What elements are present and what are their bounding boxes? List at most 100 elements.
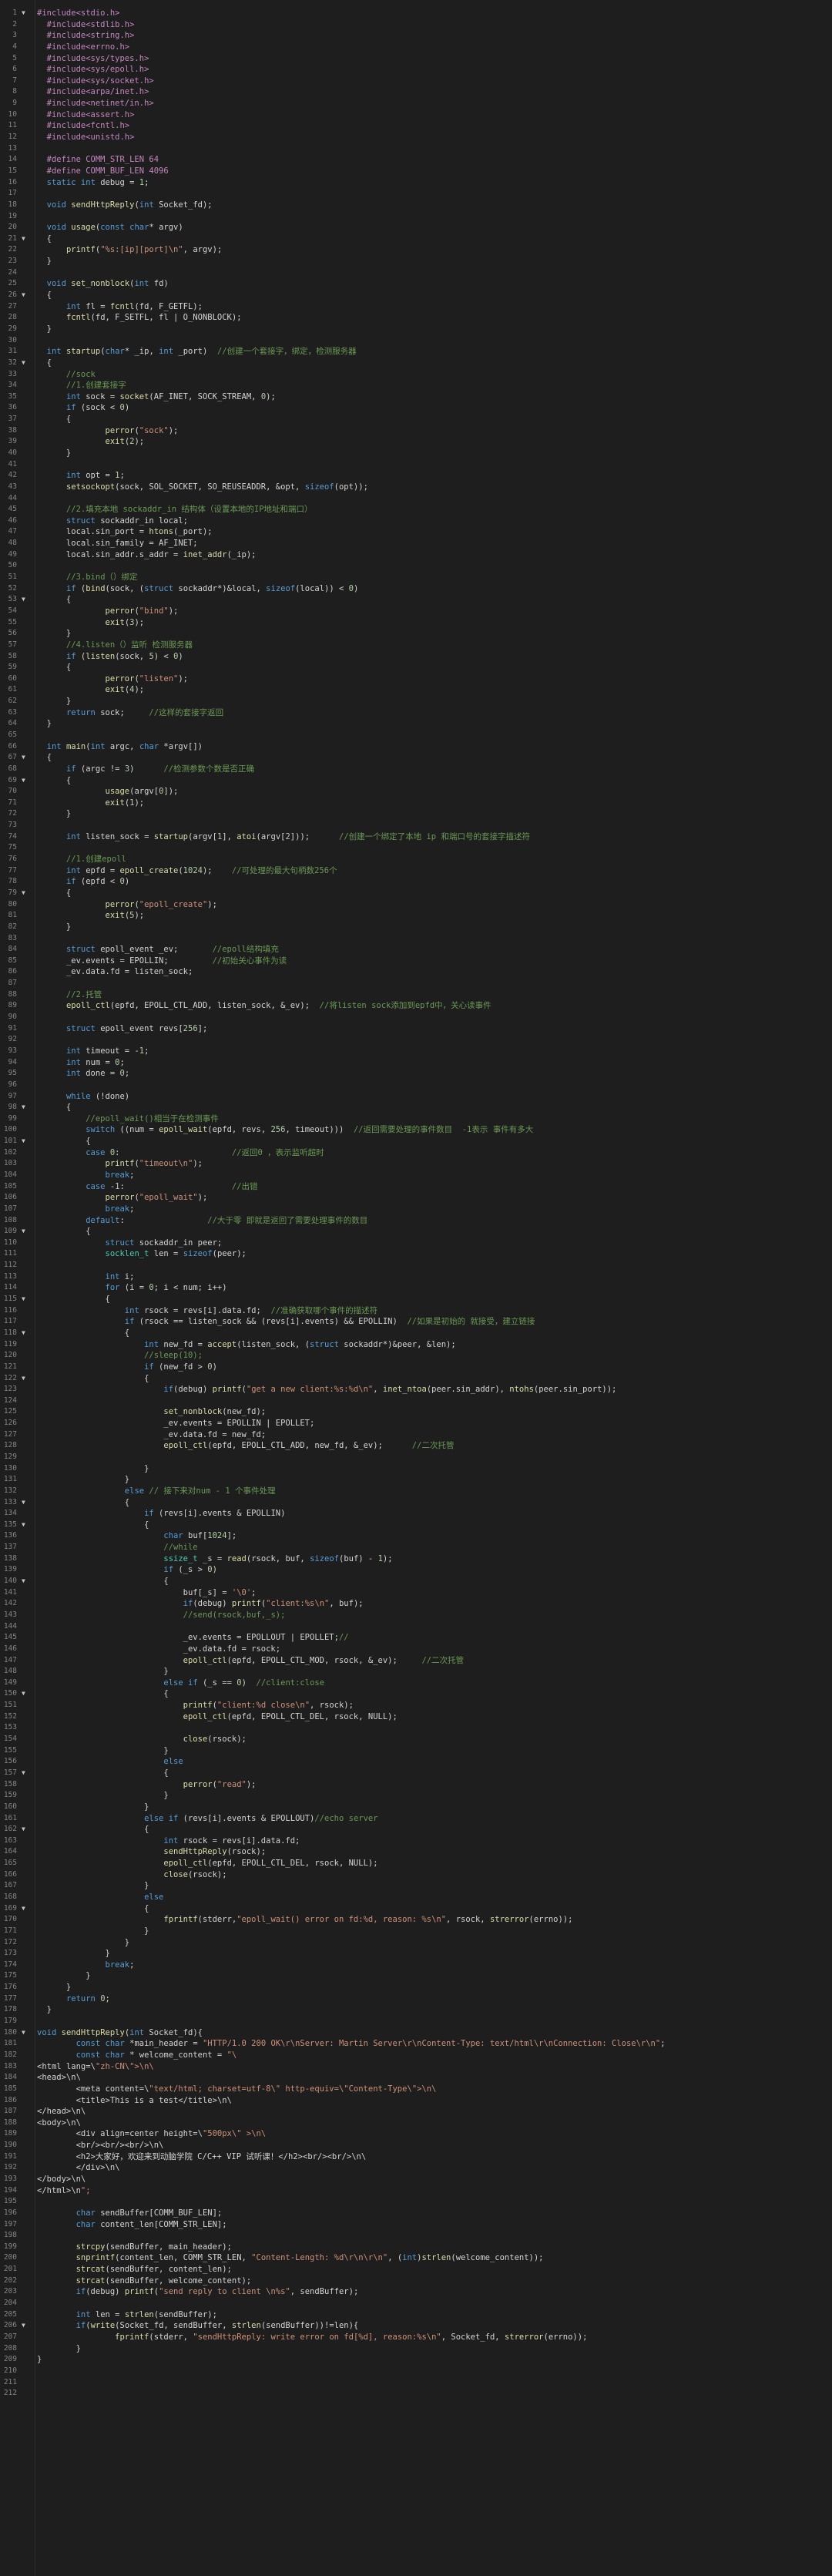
code-line[interactable]: 23 } bbox=[0, 256, 832, 267]
code-line[interactable]: 64 } bbox=[0, 718, 832, 730]
code-line[interactable]: 29 } bbox=[0, 324, 832, 335]
code-line[interactable]: 161 else if (revs[i].events & EPOLLOUT)/… bbox=[0, 1813, 832, 1825]
code-line[interactable]: 47 local.sin_port = htons(_port); bbox=[0, 526, 832, 538]
code-line[interactable]: 38 perror("sock"); bbox=[0, 425, 832, 437]
code-line[interactable]: 201 strcat(sendBuffer, content_len); bbox=[0, 2264, 832, 2275]
code-line[interactable]: 56 } bbox=[0, 628, 832, 640]
code-line[interactable]: 54 perror("bind"); bbox=[0, 606, 832, 617]
code-line[interactable]: 21 ▼ { bbox=[0, 233, 832, 245]
code-line[interactable]: 206 ▼ if(write(Socket_fd, sendBuffer, str… bbox=[0, 2320, 832, 2332]
code-line[interactable]: 192 </div>\n\ bbox=[0, 2162, 832, 2174]
code-line[interactable]: 108 default: //大于零 即就是返回了需要处理事件的数目 bbox=[0, 1215, 832, 1227]
code-line[interactable]: 97 while (!done) bbox=[0, 1091, 832, 1103]
code-line[interactable]: 105 case -1: //出错 bbox=[0, 1181, 832, 1193]
code-line[interactable]: 116 int rsock = revs[i].data.fd; //准确获取哪… bbox=[0, 1305, 832, 1317]
code-line[interactable]: 141 buf[_s] = '\0'; bbox=[0, 1587, 832, 1599]
code-line[interactable]: 124 bbox=[0, 1395, 832, 1407]
fold-toggle-icon[interactable]: ▼ bbox=[22, 1903, 31, 1915]
code-line[interactable]: 98 ▼ { bbox=[0, 1102, 832, 1113]
code-line[interactable]: 186 <title>This is a test</title>\n\ bbox=[0, 2095, 832, 2107]
code-line[interactable]: 30 bbox=[0, 335, 832, 347]
code-line[interactable]: 140 ▼ { bbox=[0, 1576, 832, 1587]
code-line[interactable]: 48 local.sin_family = AF_INET; bbox=[0, 538, 832, 549]
code-line[interactable]: 81 exit(5); bbox=[0, 910, 832, 922]
fold-toggle-icon[interactable]: ▼ bbox=[22, 1576, 31, 1587]
code-line[interactable]: 42 int opt = 1; bbox=[0, 470, 832, 482]
code-line[interactable]: 77 int epfd = epoll_create(1024); //可处理的… bbox=[0, 865, 832, 877]
code-line[interactable]: 148 } bbox=[0, 1666, 832, 1678]
code-line[interactable]: 26 ▼ { bbox=[0, 290, 832, 301]
code-line[interactable]: 126 _ev.events = EPOLLIN | EPOLLET; bbox=[0, 1418, 832, 1429]
code-line[interactable]: 149 else if (_s == 0) //client:close bbox=[0, 1678, 832, 1689]
code-line[interactable]: 109 ▼ { bbox=[0, 1226, 832, 1238]
code-line[interactable]: 189 <div align=center height=\"500px\" >… bbox=[0, 2128, 832, 2140]
code-line[interactable]: 73 bbox=[0, 820, 832, 831]
code-line[interactable]: 50 bbox=[0, 560, 832, 572]
code-line[interactable]: 112 bbox=[0, 1260, 832, 1271]
code-line[interactable]: 12 #include<unistd.h> bbox=[0, 132, 832, 143]
code-line[interactable]: 146 _ev.data.fd = rsock; bbox=[0, 1644, 832, 1655]
code-line[interactable]: 139 if (_s > 0) bbox=[0, 1564, 832, 1576]
fold-toggle-icon[interactable]: ▼ bbox=[22, 888, 31, 899]
code-line[interactable]: 87 bbox=[0, 978, 832, 989]
code-line[interactable]: 123 if(debug) printf("get a new client:%… bbox=[0, 1384, 832, 1395]
code-line[interactable]: 11 #include<fcntl.h> bbox=[0, 120, 832, 132]
code-line[interactable]: 203 if(debug) printf("send reply to clie… bbox=[0, 2286, 832, 2298]
code-line[interactable]: 71 exit(1); bbox=[0, 798, 832, 809]
fold-toggle-icon[interactable]: ▼ bbox=[22, 2027, 31, 2039]
code-line[interactable]: 46 struct sockaddr_in local; bbox=[0, 516, 832, 527]
fold-toggle-icon[interactable]: ▼ bbox=[22, 1688, 31, 1700]
code-line[interactable]: 170 fprintf(stderr,"epoll_wait() error o… bbox=[0, 1914, 832, 1926]
code-line[interactable]: 208 } bbox=[0, 2343, 832, 2355]
fold-toggle-icon[interactable]: ▼ bbox=[22, 290, 31, 301]
code-line[interactable]: 75 bbox=[0, 842, 832, 854]
code-line[interactable]: 25 void set_nonblock(int fd) bbox=[0, 278, 832, 290]
code-line[interactable]: 169 ▼ { bbox=[0, 1903, 832, 1915]
code-line[interactable]: 175 } bbox=[0, 1970, 832, 1982]
code-line[interactable]: 164 sendHttpReply(rsock); bbox=[0, 1846, 832, 1858]
code-line[interactable]: 191 <h2>大家好，欢迎来到动脑学院 C/C++ VIP 试听课！</h2>… bbox=[0, 2151, 832, 2163]
code-line[interactable]: 122 ▼ { bbox=[0, 1373, 832, 1385]
code-line[interactable]: 127 _ev.data.fd = new_fd; bbox=[0, 1429, 832, 1441]
code-line[interactable]: 5 #include<sys/types.h> bbox=[0, 53, 832, 65]
code-line[interactable]: 94 int num = 0; bbox=[0, 1057, 832, 1069]
code-line[interactable]: 86 _ev.data.fd = listen_sock; bbox=[0, 966, 832, 978]
fold-toggle-icon[interactable]: ▼ bbox=[22, 594, 31, 606]
fold-toggle-icon[interactable]: ▼ bbox=[22, 1824, 31, 1835]
code-line[interactable]: 83 bbox=[0, 933, 832, 945]
code-line[interactable]: 88 //2.托管 bbox=[0, 989, 832, 1001]
code-line[interactable]: 121 if (new_fd > 0) bbox=[0, 1362, 832, 1373]
fold-toggle-icon[interactable]: ▼ bbox=[22, 1136, 31, 1147]
code-line[interactable]: 14 #define COMM_STR_LEN 64 bbox=[0, 154, 832, 166]
code-line[interactable]: 147 epoll_ctl(epfd, EPOLL_CTL_MOD, rsock… bbox=[0, 1655, 832, 1667]
code-line[interactable]: 173 } bbox=[0, 1948, 832, 1960]
code-line[interactable]: 167 } bbox=[0, 1880, 832, 1892]
code-line[interactable]: 95 int done = 0; bbox=[0, 1068, 832, 1080]
fold-toggle-icon[interactable]: ▼ bbox=[22, 752, 31, 764]
code-line[interactable]: 91 struct epoll_event revs[256]; bbox=[0, 1023, 832, 1035]
code-line[interactable]: 117 if (rsock == listen_sock && (revs[i]… bbox=[0, 1316, 832, 1328]
code-line[interactable]: 41 bbox=[0, 459, 832, 471]
code-line[interactable]: 101 ▼ { bbox=[0, 1136, 832, 1147]
code-line[interactable]: 119 int new_fd = accept(listen_sock, (st… bbox=[0, 1339, 832, 1351]
code-line[interactable]: 32 ▼ { bbox=[0, 358, 832, 369]
code-line[interactable]: 151 printf("client:%d close\n", rsock); bbox=[0, 1700, 832, 1711]
code-line[interactable]: 4 #include<errno.h> bbox=[0, 42, 832, 53]
code-line[interactable]: 185 <meta content=\"text/html; charset=u… bbox=[0, 2084, 832, 2095]
fold-toggle-icon[interactable]: ▼ bbox=[22, 358, 31, 369]
code-line[interactable]: 197 char content_len[COMM_STR_LEN]; bbox=[0, 2219, 832, 2231]
code-line[interactable]: 158 perror("read"); bbox=[0, 1779, 832, 1791]
code-line[interactable]: 8 #include<arpa/inet.h> bbox=[0, 86, 832, 98]
code-line[interactable]: 37 { bbox=[0, 414, 832, 425]
code-line[interactable]: 52 if (bind(sock, (struct sockaddr*)&loc… bbox=[0, 583, 832, 595]
code-line[interactable]: 15 #define COMM_BUF_LEN 4096 bbox=[0, 166, 832, 177]
code-line[interactable]: 131 } bbox=[0, 1474, 832, 1486]
code-line[interactable]: 61 exit(4); bbox=[0, 684, 832, 696]
code-line[interactable]: 99 //epoll_wait()相当于在检测事件 bbox=[0, 1113, 832, 1125]
code-line[interactable]: 40 } bbox=[0, 448, 832, 459]
code-line[interactable]: 207 fprintf(stderr, "sendHttpReply: writ… bbox=[0, 2332, 832, 2343]
code-line[interactable]: 153 bbox=[0, 1722, 832, 1734]
code-line[interactable]: 176 } bbox=[0, 1982, 832, 1993]
code-line[interactable]: 211 bbox=[0, 2377, 832, 2389]
code-line[interactable]: 28 fcntl(fd, F_SETFL, fl | O_NONBLOCK); bbox=[0, 312, 832, 324]
